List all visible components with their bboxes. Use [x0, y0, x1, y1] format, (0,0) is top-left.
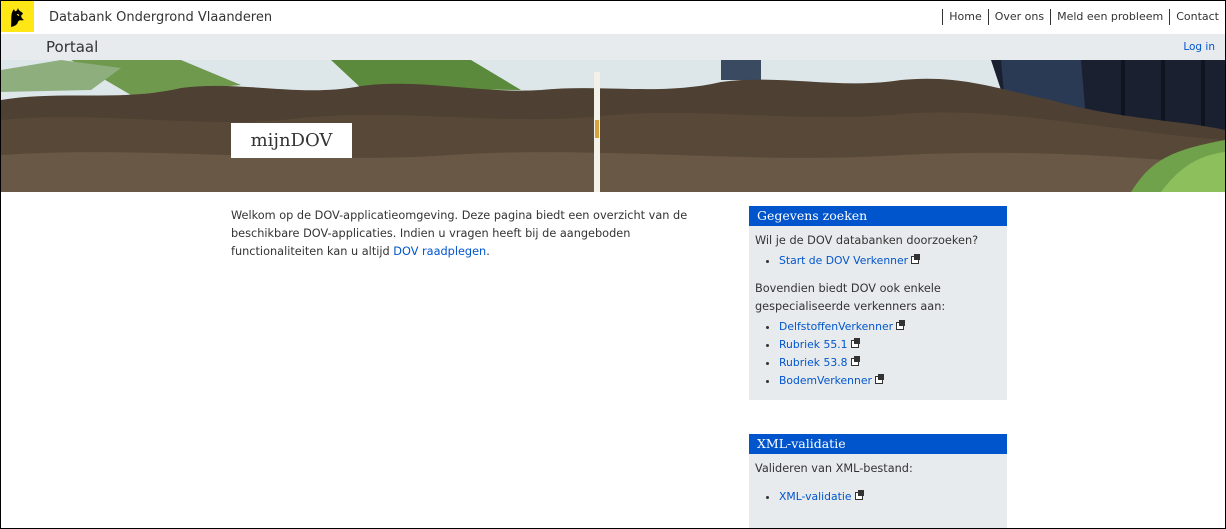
- list-item: Rubriek 53.8: [779, 354, 1001, 372]
- site-title: Databank Ondergrond Vlaanderen: [49, 10, 273, 25]
- xml-card-text: Valideren van XML-bestand:: [755, 462, 913, 475]
- external-link-icon: [911, 254, 921, 264]
- search-question: Wil je de DOV databanken doorzoeken?: [755, 234, 979, 247]
- specialized-explorers-list: DelfstoffenVerkenner Rubriek 55.1 Rubrie…: [755, 318, 1001, 390]
- flanders-lion-logo[interactable]: [1, 1, 34, 32]
- dov-contact-link[interactable]: DOV raadplegen: [393, 245, 486, 258]
- xml-card-body: Valideren van XML-bestand: XML-validatie: [749, 454, 1007, 516]
- xml-card-title: XML-validatie: [749, 434, 1007, 454]
- list-item: BodemVerkenner: [779, 372, 1001, 390]
- external-link-icon: [850, 338, 860, 348]
- list-item: Rubriek 55.1: [779, 336, 1001, 354]
- external-link-icon: [874, 374, 884, 384]
- search-data-card: Gegevens zoeken Wil je de DOV databanken…: [749, 206, 1007, 400]
- hero-banner: mijnDOV: [1, 60, 1225, 192]
- soil-profile-image: [1, 60, 1225, 192]
- dov-explorer-link[interactable]: Start de DOV Verkenner: [779, 254, 908, 267]
- rubriek-55-1-link[interactable]: Rubriek 55.1: [779, 338, 848, 351]
- nav-contact-link[interactable]: Contact: [1169, 9, 1225, 25]
- xml-validation-card: XML-validatie Valideren van XML-bestand:…: [749, 434, 1007, 528]
- search-extra-text: Bovendien biedt DOV ook enkele gespecial…: [755, 282, 946, 313]
- portal-title: Portaal: [46, 38, 99, 56]
- browser-page: Databank Ondergrond Vlaanderen Home Over…: [0, 0, 1226, 529]
- nav-about-link[interactable]: Over ons: [987, 9, 1050, 25]
- delfstoffen-explorer-link[interactable]: DelfstoffenVerkenner: [779, 320, 893, 333]
- nav-report-problem-link[interactable]: Meld een probleem: [1050, 9, 1169, 25]
- list-item: DelfstoffenVerkenner: [779, 318, 1001, 336]
- portal-bar: Portaal Log in: [1, 34, 1225, 60]
- hero-title: mijnDOV: [231, 123, 352, 158]
- rubriek-53-8-link[interactable]: Rubriek 53.8: [779, 356, 848, 369]
- search-card-body: Wil je de DOV databanken doorzoeken? Sta…: [749, 226, 1007, 400]
- intro-end: .: [486, 245, 490, 258]
- xml-link-list: XML-validatie: [755, 488, 1001, 506]
- main-link-list: Start de DOV Verkenner: [755, 252, 1001, 270]
- external-link-icon: [850, 356, 860, 366]
- search-card-title: Gegevens zoeken: [749, 206, 1007, 226]
- xml-validation-link[interactable]: XML-validatie: [779, 490, 852, 503]
- top-navigation: Home Over ons Meld een probleem Contact: [942, 9, 1225, 25]
- list-item: XML-validatie: [779, 488, 1001, 506]
- intro-text: Welkom op de DOV-applicatieomgeving. Dez…: [231, 207, 701, 261]
- top-bar: Databank Ondergrond Vlaanderen Home Over…: [1, 1, 1225, 34]
- lion-icon: [11, 8, 24, 27]
- bodem-explorer-link[interactable]: BodemVerkenner: [779, 374, 872, 387]
- list-item: Start de DOV Verkenner: [779, 252, 1001, 270]
- external-link-icon: [854, 490, 864, 500]
- external-link-icon: [896, 320, 906, 330]
- nav-home-link[interactable]: Home: [942, 9, 987, 25]
- login-link[interactable]: Log in: [1183, 41, 1215, 53]
